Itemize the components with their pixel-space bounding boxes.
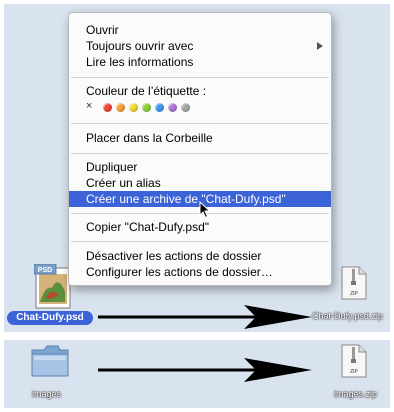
menu-item-open-with[interactable]: Toujours ouvrir avec bbox=[69, 38, 331, 54]
submenu-arrow-icon bbox=[317, 42, 323, 50]
psd-badge: PSD bbox=[38, 267, 52, 274]
menu-separator bbox=[71, 153, 329, 154]
folder-label[interactable]: images bbox=[32, 389, 61, 399]
label-green-dot[interactable] bbox=[142, 103, 151, 112]
zip-file-icon[interactable]: ZIP bbox=[341, 266, 367, 300]
label-orange-dot[interactable] bbox=[116, 103, 125, 112]
zip-badge: ZIP bbox=[350, 291, 358, 297]
mouse-cursor-icon bbox=[199, 201, 211, 219]
zip-file-icon-2[interactable]: ZIP bbox=[341, 344, 367, 378]
menu-separator bbox=[71, 123, 329, 124]
label-yellow-dot[interactable] bbox=[129, 103, 138, 112]
label-gray-dot[interactable] bbox=[181, 103, 190, 112]
menu-item-get-info[interactable]: Lire les informations bbox=[69, 54, 331, 70]
menu-item-open[interactable]: Ouvrir bbox=[69, 22, 331, 38]
folder-icon[interactable] bbox=[30, 342, 70, 378]
label-purple-dot[interactable] bbox=[168, 103, 177, 112]
menu-separator bbox=[71, 241, 329, 242]
zip-file-label[interactable]: Chat-Dufy.psd.zip bbox=[312, 311, 383, 321]
zip-badge-2: ZIP bbox=[350, 369, 358, 375]
menu-item-duplicate[interactable]: Dupliquer bbox=[69, 159, 331, 175]
label-red-dot[interactable] bbox=[103, 103, 112, 112]
arrow-to-zip-2 bbox=[98, 358, 312, 382]
arrow-to-zip bbox=[98, 305, 312, 329]
menu-item-copy[interactable]: Copier "Chat-Dufy.psd" bbox=[69, 219, 331, 235]
menu-item-disable-folder-actions[interactable]: Désactiver les actions de dossier bbox=[69, 248, 331, 264]
label-clear-icon[interactable]: × bbox=[86, 100, 92, 112]
menu-separator bbox=[71, 77, 329, 78]
menu-item-open-with-label: Toujours ouvrir avec bbox=[86, 39, 194, 53]
menu-item-configure-folder-actions[interactable]: Configurer les actions de dossier… bbox=[69, 264, 331, 280]
zip-file-label-2[interactable]: images.zip bbox=[334, 389, 377, 399]
menu-item-label-color-heading: Couleur de l’étiquette : bbox=[86, 84, 207, 98]
menu-item-move-to-trash[interactable]: Placer dans la Corbeille bbox=[69, 130, 331, 146]
context-menu: Ouvrir Toujours ouvrir avec Lire les inf… bbox=[68, 12, 332, 286]
psd-file-label[interactable]: Chat-Dufy.psd bbox=[7, 311, 93, 325]
menu-item-make-alias[interactable]: Créer un alias bbox=[69, 175, 331, 191]
label-blue-dot[interactable] bbox=[155, 103, 164, 112]
